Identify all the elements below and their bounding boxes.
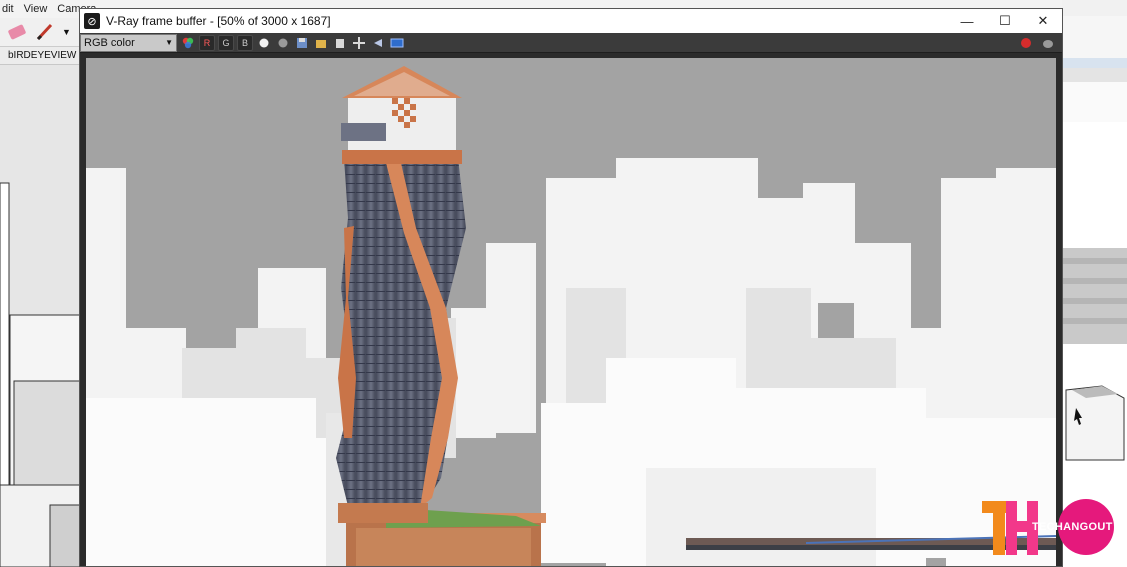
stop-render-icon[interactable] [1018,35,1034,51]
green-channel-button[interactable]: G [218,34,234,51]
sketchup-right-panel [1062,68,1127,567]
vray-logo-icon: ⊘ [84,13,100,29]
clear-image-icon[interactable] [332,35,348,51]
save-image-icon[interactable] [294,35,310,51]
close-button[interactable]: ✕ [1024,9,1062,33]
scene-tab[interactable]: bIRDEYEVIEW [0,47,82,65]
right-panel-graphic [1062,68,1127,461]
show-correction-icon[interactable] [389,35,405,51]
grey-circle-icon[interactable] [275,35,291,51]
render-teapot-icon[interactable] [1040,35,1056,51]
render-image [86,58,1056,566]
color-channels-icon[interactable] [180,35,196,51]
right-toolbar-graphic [1062,0,1127,68]
red-channel-button[interactable]: R [199,34,215,51]
load-image-icon[interactable] [313,35,329,51]
render-channel-value: RGB color [84,36,135,49]
pencil-icon[interactable] [34,21,56,43]
white-circle-icon[interactable] [256,35,272,51]
vfb-window-title: V-Ray frame buffer - [50% of 3000 x 1687… [106,14,331,28]
vfb-toolbar: RGB color ▼ R G B [80,33,1062,53]
menu-item-edit[interactable]: dit [2,3,14,15]
vfb-titlebar[interactable]: ⊘ V-Ray frame buffer - [50% of 3000 x 16… [80,9,1062,33]
chevron-down-icon: ▼ [165,38,173,47]
techangout-watermark: TECHANGOUT [982,499,1117,557]
sketchup-right-toolbar [1062,0,1127,68]
menu-item-view[interactable]: View [24,3,48,15]
blue-channel-button[interactable]: B [237,34,253,51]
chevron-down-icon[interactable]: ▼ [62,27,71,37]
track-mouse-icon[interactable] [351,35,367,51]
sketchup-toolbar: ▼ [0,18,82,47]
scene-tab-label: bIRDEYEVIEW [8,50,77,61]
sketchup-model-view [0,65,82,567]
region-render-icon[interactable] [370,35,386,51]
render-channel-select[interactable]: RGB color ▼ [80,33,177,52]
render-canvas[interactable] [86,58,1056,566]
minimize-button[interactable]: — [948,9,986,33]
eraser-icon[interactable] [6,21,28,43]
vray-frame-buffer-window[interactable]: ⊘ V-Ray frame buffer - [50% of 3000 x 16… [79,8,1063,567]
watermark-label: TECHANGOUT [1032,521,1113,533]
sketchup-viewport-left [0,65,82,567]
maximize-button[interactable]: ☐ [986,9,1024,33]
